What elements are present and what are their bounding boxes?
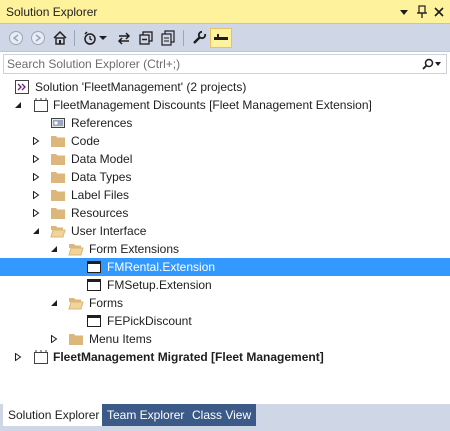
folder-icon [50,205,66,221]
forward-icon[interactable] [28,28,48,48]
back-icon[interactable] [6,28,26,48]
tree-row-fmrental-extension[interactable]: FMRental.Extension [0,258,450,276]
references-icon [50,115,66,131]
bottom-tab-strip: Solution Explorer Team Explorer Class Vi… [0,404,450,431]
preview-selected-items-icon[interactable] [210,28,232,48]
tree-label-solution: Solution 'FleetManagement' (2 projects) [35,80,247,94]
tree-label-label-files: Label Files [71,188,130,202]
tree-label-form-extensions: Form Extensions [89,242,180,256]
title-bar: Solution Explorer [0,0,450,24]
tree-row-project-migrated[interactable]: FleetManagement Migrated [Fleet Manageme… [0,348,450,366]
tree-label-data-model: Data Model [71,152,133,166]
collapsed-arrow-icon[interactable] [30,207,42,219]
tree-row-menu-items[interactable]: Menu Items [0,330,450,348]
tree-label-fmsetup-extension: FMSetup.Extension [107,278,212,292]
search-input[interactable] [7,56,407,72]
collapse-all-icon[interactable] [136,28,156,48]
folder-icon [50,133,66,149]
collapsed-arrow-icon[interactable] [12,351,24,363]
tab-solution-explorer[interactable]: Solution Explorer [3,404,105,426]
home-icon[interactable] [50,28,70,48]
toolbar [0,24,450,52]
folder-icon [50,187,66,203]
folder-icon [68,331,84,347]
properties-wrench-icon[interactable] [189,28,209,48]
show-all-files-icon[interactable] [158,28,178,48]
solution-tree: Solution 'FleetManagement' (2 projects) … [0,78,450,400]
folder-open-icon [68,241,84,257]
tree-label-resources: Resources [71,206,129,220]
tree-label-project-migrated: FleetManagement Migrated [Fleet Manageme… [53,350,324,364]
tree-label-menu-items: Menu Items [89,332,152,346]
filter-dropdown-icon[interactable] [97,28,109,48]
solution-icon [14,79,30,95]
folder-open-icon [68,295,84,311]
form-icon [86,313,102,329]
tree-label-user-interface: User Interface [71,224,147,238]
folder-icon [50,169,66,185]
pin-icon[interactable] [414,3,430,20]
tree-label-code: Code [71,134,100,148]
collapsed-arrow-icon[interactable] [48,333,60,345]
close-icon[interactable] [431,3,447,20]
tree-row-references[interactable]: References [0,114,450,132]
window-position-dropdown-icon[interactable] [396,3,412,20]
tree-label-references: References [71,116,133,130]
collapsed-arrow-icon[interactable] [30,153,42,165]
tree-row-label-files[interactable]: Label Files [0,186,450,204]
expanded-arrow-icon[interactable] [48,243,60,255]
form-extension-icon [86,259,102,275]
tree-row-resources[interactable]: Resources [0,204,450,222]
folder-open-icon [50,223,66,239]
search-icon[interactable] [419,56,445,72]
tree-label-project-discounts: FleetManagement Discounts [Fleet Managem… [53,98,372,112]
tab-team-explorer[interactable]: Team Explorer [102,404,190,426]
tree-row-data-model[interactable]: Data Model [0,150,450,168]
collapsed-arrow-icon[interactable] [30,135,42,147]
search-box[interactable] [3,54,447,74]
tree-row-code[interactable]: Code [0,132,450,150]
tab-class-view[interactable]: Class View [187,404,257,426]
tree-row-fepickdiscount[interactable]: FEPickDiscount [0,312,450,330]
form-extension-icon [86,277,102,293]
folder-icon [50,151,66,167]
tree-label-forms: Forms [89,296,123,310]
sync-icon[interactable] [114,28,134,48]
collapsed-arrow-icon[interactable] [30,171,42,183]
toolbar-separator [183,30,184,46]
collapsed-arrow-icon[interactable] [30,189,42,201]
tree-label-data-types: Data Types [71,170,132,184]
tree-label-fepickdiscount: FEPickDiscount [107,314,192,328]
tree-row-forms[interactable]: Forms [0,294,450,312]
toolbar-separator [74,30,75,46]
tree-label-fmrental-extension: FMRental.Extension [107,260,216,274]
tree-row-project-discounts[interactable]: FleetManagement Discounts [Fleet Managem… [0,96,450,114]
expanded-arrow-icon[interactable] [30,225,42,237]
solution-explorer-window: Solution Explorer Search Solution Explor… [0,0,450,431]
expanded-arrow-icon[interactable] [48,297,60,309]
tree-row-data-types[interactable]: Data Types [0,168,450,186]
expanded-arrow-icon[interactable] [12,99,24,111]
project-icon [33,349,49,365]
tree-row-form-extensions[interactable]: Form Extensions [0,240,450,258]
tree-row-user-interface[interactable]: User Interface [0,222,450,240]
project-icon [33,97,49,113]
tree-row-solution[interactable]: Solution 'FleetManagement' (2 projects) [0,78,450,96]
tree-row-fmsetup-extension[interactable]: FMSetup.Extension [0,276,450,294]
window-title: Solution Explorer [6,5,98,19]
